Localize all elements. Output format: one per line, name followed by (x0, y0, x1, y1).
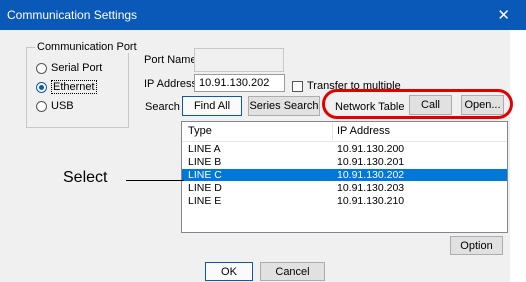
ok-button[interactable]: OK (205, 262, 253, 281)
list-header: Type IP Address (182, 122, 507, 142)
radio-button-icon[interactable] (36, 62, 47, 74)
row-type: LINE B (188, 156, 222, 168)
close-icon[interactable]: ✕ (497, 6, 510, 24)
network-table-highlight (322, 89, 513, 119)
row-ip: 10.91.130.210 (337, 195, 405, 207)
search-label: Search (145, 101, 180, 113)
table-row[interactable]: LINE B 10.91.130.201 (182, 156, 507, 168)
find-all-button[interactable]: Find All (182, 96, 242, 116)
row-type: LINE C (188, 169, 222, 181)
row-ip: 10.91.130.202 (337, 169, 405, 181)
checkbox-icon[interactable] (292, 80, 303, 92)
communication-port-label: Communication Port (35, 41, 139, 53)
port-name-field (194, 48, 284, 72)
ip-address-label: IP Address (144, 78, 197, 90)
radio-serial-port[interactable]: Serial Port (36, 61, 102, 75)
column-divider[interactable] (332, 122, 333, 140)
radio-serial-port-label: Serial Port (51, 62, 103, 74)
option-button[interactable]: Option (450, 236, 503, 255)
radio-usb[interactable]: USB (36, 99, 74, 113)
radio-button-checked-icon[interactable] (36, 81, 47, 93)
cancel-button[interactable]: Cancel (260, 262, 325, 281)
ip-address-field[interactable]: 10.91.130.202 (194, 74, 285, 92)
row-ip: 10.91.130.203 (337, 182, 405, 194)
communication-settings-dialog: Communication Settings ✕ Communication P… (0, 0, 526, 282)
radio-usb-label: USB (51, 100, 74, 112)
radio-button-icon[interactable] (36, 100, 47, 112)
row-type: LINE E (188, 195, 222, 207)
table-row[interactable]: LINE E 10.91.130.210 (182, 195, 507, 207)
callout-line (126, 180, 184, 181)
row-type: LINE A (188, 143, 221, 155)
port-name-label: Port Name (144, 54, 197, 66)
radio-ethernet[interactable]: Ethernet (36, 80, 97, 94)
device-list[interactable]: Type IP Address LINE A 10.91.130.200 LIN… (181, 121, 508, 233)
row-ip: 10.91.130.201 (337, 156, 405, 168)
column-header-ip-address[interactable]: IP Address (337, 125, 390, 137)
select-callout-label: Select (63, 169, 108, 186)
window-title: Communication Settings (7, 8, 138, 22)
row-ip: 10.91.130.200 (337, 143, 405, 155)
table-row[interactable]: LINE A 10.91.130.200 (182, 143, 507, 155)
series-search-button[interactable]: Series Search (248, 96, 320, 116)
radio-ethernet-label: Ethernet (51, 80, 97, 94)
table-row-selected[interactable]: LINE C 10.91.130.202 (182, 169, 507, 181)
table-row[interactable]: LINE D 10.91.130.203 (182, 182, 507, 194)
title-bar: Communication Settings ✕ (0, 0, 526, 30)
row-type: LINE D (188, 182, 222, 194)
column-header-type[interactable]: Type (188, 125, 212, 137)
